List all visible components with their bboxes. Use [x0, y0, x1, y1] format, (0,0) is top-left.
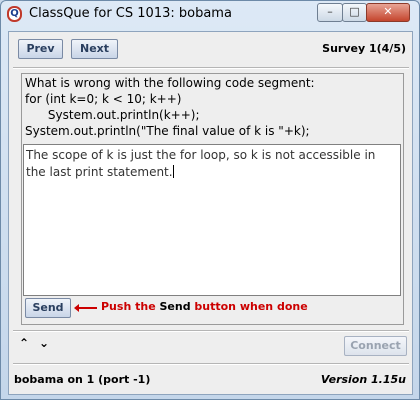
question-panel: What is wrong with the following code se… [21, 73, 404, 325]
answer-content: The scope of k is just the for loop, so … [26, 148, 376, 179]
divider [13, 67, 409, 69]
send-hint-prefix: Push the [101, 300, 160, 313]
version-label: Version 1.15u [320, 373, 406, 386]
question-line: System.out.println(k++); [25, 108, 200, 122]
send-hint-emphasis: Send [159, 300, 191, 313]
question-line: What is wrong with the following code se… [25, 76, 315, 90]
close-button[interactable]: ✕ [366, 3, 410, 22]
next-button[interactable]: Next [71, 39, 118, 59]
answer-text: The scope of k is just the for loop, so … [26, 147, 398, 181]
prev-button[interactable]: Prev [18, 39, 63, 59]
question-line: System.out.println("The final value of k… [25, 124, 310, 138]
main-panel: Prev Next Survey 1(4/5) What is wrong wi… [8, 31, 413, 395]
chevron-down-icon[interactable]: ⌄ [35, 336, 53, 351]
send-button[interactable]: Send [25, 298, 71, 318]
divider [13, 330, 409, 332]
connect-button[interactable]: Connect [344, 336, 407, 356]
connection-status: bobama on 1 (port -1) [14, 373, 151, 386]
window-title: ClassQue for CS 1013: bobama [29, 6, 232, 21]
answer-textarea[interactable]: The scope of k is just the for loop, so … [23, 144, 401, 296]
text-caret [172, 165, 174, 178]
divider [13, 363, 409, 365]
chevron-up-icon[interactable]: ⌃ [15, 336, 33, 351]
survey-indicator: Survey 1(4/5) [322, 42, 406, 55]
send-hint-suffix: button when done [190, 300, 308, 313]
app-window: Q ClassQue for CS 1013: bobama – □ ✕ Pre… [0, 0, 420, 400]
question-line: for (int k=0; k < 10; k++) [25, 92, 182, 106]
title-bar[interactable]: Q ClassQue for CS 1013: bobama – □ ✕ [1, 1, 419, 27]
send-hint: Push the Send button when done [101, 300, 308, 313]
minimize-button[interactable]: – [317, 3, 343, 22]
maximize-button[interactable]: □ [342, 3, 367, 22]
left-arrow-icon [74, 304, 97, 312]
app-logo-icon: Q [7, 6, 22, 22]
